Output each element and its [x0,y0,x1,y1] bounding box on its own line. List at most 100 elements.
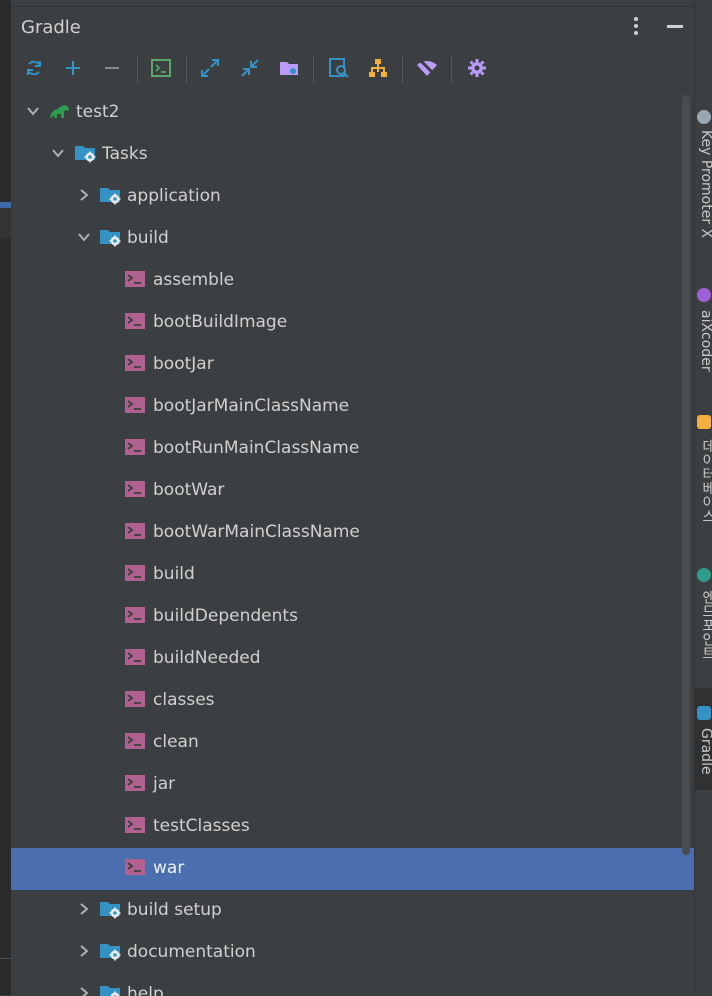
task-folder-icon [74,143,98,165]
aixcoder-icon [697,288,711,302]
tab-label: Gradle [698,728,712,775]
gradle-task-icon [124,269,148,291]
offline-wifi-icon[interactable] [411,47,443,89]
tree-node-task[interactable]: bootBuildImage [11,302,694,344]
expand-icon[interactable] [194,47,226,89]
tree-node-task[interactable]: bootRunMainClassName [11,428,694,470]
gear-icon[interactable] [461,47,493,89]
tree-node-task[interactable]: jar [11,764,694,806]
minus-icon[interactable] [96,47,128,89]
tree-node-label: classes [153,690,215,710]
analyze-icon[interactable] [323,47,355,89]
chevron-right-icon[interactable] [76,943,92,959]
minimize-icon[interactable] [667,25,683,28]
tree-node-label: documentation [127,942,256,962]
tree-node-task[interactable]: bootJarMainClassName [11,386,694,428]
tool-window-title: Gradle [21,17,81,38]
tree-node-label: build setup [127,900,222,920]
tree-node-task[interactable]: testClasses [11,806,694,848]
endpoints-icon [697,568,711,582]
more-options-icon[interactable] [631,17,641,37]
folder-icon[interactable] [273,47,305,89]
task-group-icon [99,227,123,249]
chevron-down-icon[interactable] [76,229,92,245]
gradle-task-icon [124,353,148,375]
collapse-icon[interactable] [234,47,266,89]
tree-node-label: jar [153,774,175,794]
tree-node-task[interactable]: build [11,554,694,596]
tree-node-label: build [153,564,195,584]
tree-node-label: Tasks [102,144,148,164]
chevron-down-icon[interactable] [50,145,66,161]
toolbar-separator [402,55,403,83]
tab-aixcoder[interactable]: aiXcoder [695,280,712,400]
tree-node-label: bootBuildImage [153,312,287,332]
gradle-task-icon [124,815,148,837]
tree-node-task[interactable]: assemble [11,260,694,302]
tree-node-tasks[interactable]: Tasks [11,134,694,176]
tab-endpoints[interactable]: 엔드포인트 [695,560,712,680]
refresh-icon[interactable] [18,47,50,89]
tree-node-group-help[interactable]: help [11,974,694,996]
tree-node-task[interactable]: clean [11,722,694,764]
tree-node-group-build[interactable]: build [11,218,694,260]
tree-node-task[interactable]: war [11,848,694,890]
gradle-task-icon [124,479,148,501]
tab-database[interactable]: 데이터베이스 [695,405,712,545]
gradle-icon [697,706,711,720]
tree-node-group-application[interactable]: application [11,176,694,218]
tab-label: aiXcoder [698,310,712,372]
tree-node-task[interactable]: bootWarMainClassName [11,512,694,554]
tree-node-task[interactable]: bootJar [11,344,694,386]
tree-node-label: war [153,858,184,878]
tree-node-label: clean [153,732,199,752]
tree-node-label: assemble [153,270,234,290]
tab-key-promoter-x[interactable]: Key Promoter X [695,100,712,260]
gradle-task-icon [124,605,148,627]
tree-node-task[interactable]: classes [11,680,694,722]
tab-label: 엔드포인트 [698,590,712,660]
toolbar-separator [137,55,138,83]
tree-node-group-build-setup[interactable]: build setup [11,890,694,932]
chevron-right-icon[interactable] [76,901,92,917]
tree-node-project[interactable]: test2 [11,92,694,134]
toolbar-separator [313,55,314,83]
tool-window-header: Gradle [11,7,694,47]
task-group-icon [99,983,123,996]
gradle-task-tree: test2 Tasks application build assemble bootBu… [11,92,694,996]
tab-label: 데이터베이스 [698,439,712,523]
tree-node-label: buildDependents [153,606,298,626]
tab-gradle[interactable]: Gradle [695,688,712,790]
tree-node-label: test2 [76,102,119,122]
chevron-down-icon[interactable] [25,103,41,119]
tree-node-label: application [127,186,221,206]
gradle-task-icon [124,437,148,459]
terminal-icon[interactable] [145,47,177,89]
tree-node-label: bootJar [153,354,214,374]
tree-node-label: bootJarMainClassName [153,396,349,416]
hierarchy-icon[interactable] [362,47,394,89]
right-tool-strip: Key Promoter X aiXcoder 데이터베이스 엔드포인트 Gra… [694,0,712,995]
task-group-icon [99,185,123,207]
gradle-task-icon [124,395,148,417]
tree-node-task[interactable]: bootWar [11,470,694,512]
tree-node-task[interactable]: buildDependents [11,596,694,638]
tree-node-group-documentation[interactable]: documentation [11,932,694,974]
chevron-right-icon[interactable] [76,985,92,996]
database-icon [697,415,711,429]
gradle-task-icon [124,311,148,333]
tab-label: Key Promoter X [698,130,712,238]
plus-icon[interactable] [57,47,89,89]
toolbar-separator [186,55,187,83]
tree-node-task[interactable]: buildNeeded [11,638,694,680]
tree-scrollbar[interactable] [682,95,690,855]
tree-node-label: bootWar [153,480,224,500]
gradle-task-icon [124,857,148,879]
tree-node-label: bootWarMainClassName [153,522,360,542]
gradle-toolbar [11,47,694,89]
tree-node-label: testClasses [153,816,250,836]
chevron-right-icon[interactable] [76,187,92,203]
task-group-icon [99,941,123,963]
tree-node-label: help [127,984,164,996]
gradle-task-icon [124,521,148,543]
